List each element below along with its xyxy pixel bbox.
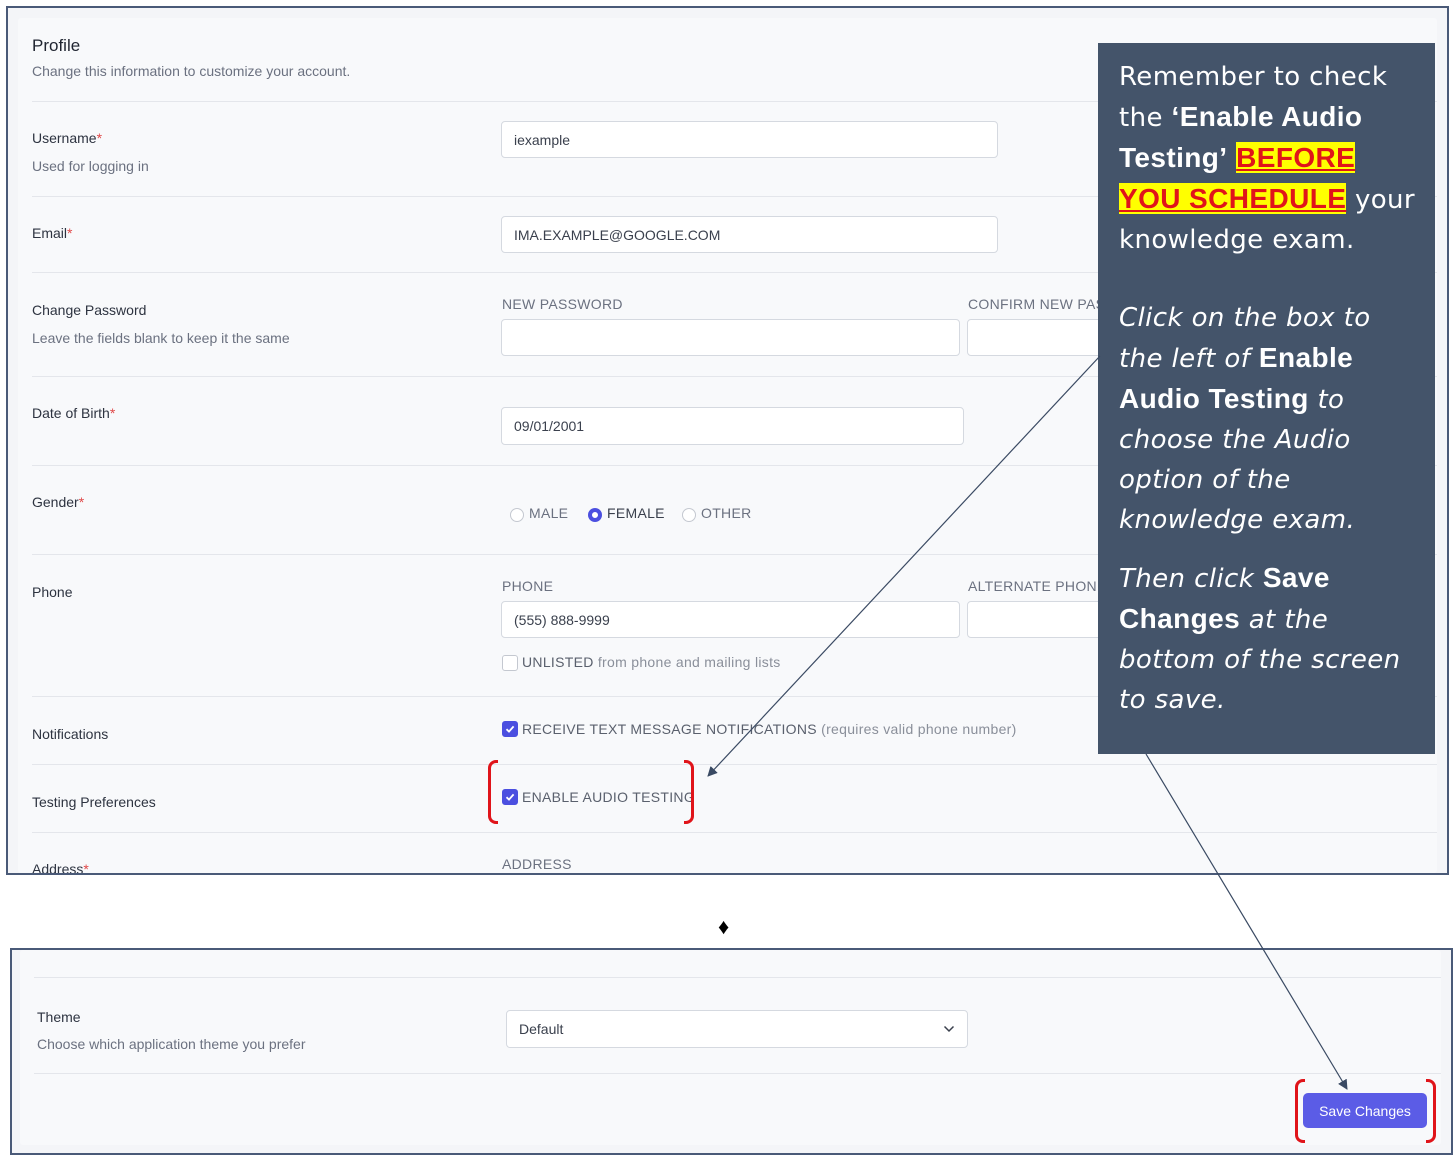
annotation-arrows [707, 355, 1348, 1090]
arrow-to-audio-checkbox [707, 355, 1101, 777]
arrow-to-save-button [1145, 753, 1348, 1090]
